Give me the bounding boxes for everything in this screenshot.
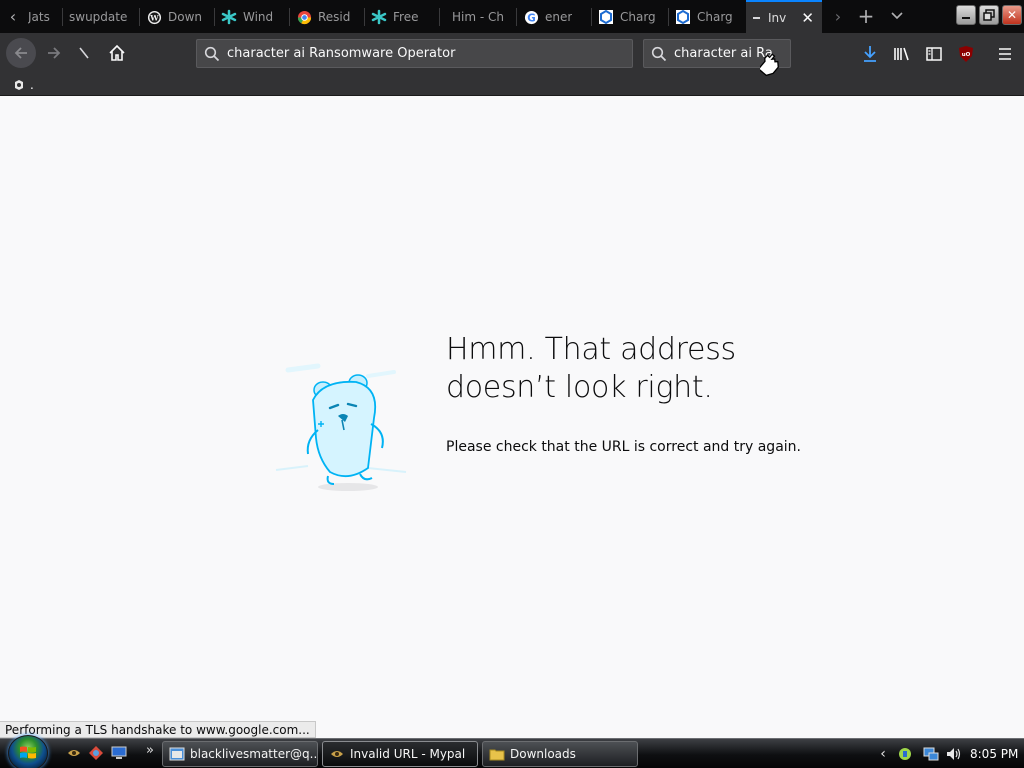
error-title-line-1: Hmm. That address (446, 332, 736, 367)
minimize-window-button[interactable] (956, 5, 976, 25)
tab-3[interactable]: Wind (215, 2, 289, 32)
close-tab-icon[interactable]: ✕ (801, 9, 816, 27)
svg-text:W: W (149, 13, 159, 22)
list-all-tabs-button[interactable] (885, 4, 909, 28)
bookmark-item[interactable]: . (12, 76, 34, 94)
quick-launch-browser-icon[interactable] (88, 745, 104, 761)
download-arrow-icon (864, 46, 876, 62)
taskbar-button-label: Downloads (510, 747, 576, 761)
taskbar-clock[interactable]: 8:05 PM (970, 747, 1018, 761)
error-title-line-2: doesn’t look right. (446, 370, 713, 405)
taskbar-button-downloads[interactable]: Downloads (482, 741, 638, 767)
dragonfly-icon (221, 9, 237, 25)
forward-button[interactable] (40, 39, 68, 67)
wordpress-icon: W (146, 9, 162, 25)
home-icon (109, 44, 125, 61)
mouse-cursor-icon (760, 53, 779, 77)
quick-launch-mypal-icon[interactable] (66, 745, 82, 761)
restore-window-button[interactable] (979, 5, 999, 25)
error-description: Please check that the URL is correct and… (446, 439, 801, 455)
loading-dash-icon (752, 10, 762, 26)
tab-10-selected[interactable]: Inv ✕ (746, 0, 822, 33)
tab-6[interactable]: Him - Ch (440, 2, 516, 32)
app-window-icon (169, 746, 185, 762)
minimize-icon (962, 17, 970, 19)
mypal-icon (329, 746, 345, 762)
sidebar-icon (926, 47, 942, 61)
ublock-shield-icon: uO (959, 46, 973, 62)
character-ai-icon (675, 9, 691, 25)
search-icon (644, 40, 674, 67)
page-content: Hmm. That address doesn’t look right. Pl… (0, 96, 1024, 721)
search-icon (197, 40, 227, 67)
downloads-button[interactable] (857, 41, 883, 67)
quick-launch-more-button[interactable]: » (142, 742, 158, 758)
tab-2[interactable]: W Down (140, 2, 214, 32)
status-panel: Performing a TLS handshake to www.google… (0, 721, 316, 738)
windows-logo-icon (20, 746, 36, 759)
svg-text:G: G (527, 12, 535, 24)
tab-7[interactable]: G ener (517, 2, 591, 32)
chevron-right-icon: › (834, 6, 842, 26)
sidebar-button[interactable] (921, 41, 947, 67)
folder-icon (489, 746, 505, 762)
arrow-left-icon (14, 47, 27, 59)
svg-text:uO: uO (962, 52, 971, 58)
chrome-icon (296, 9, 312, 25)
stop-loading-button[interactable] (70, 39, 98, 67)
arrow-right-icon (48, 47, 61, 59)
main-menu-button[interactable] (992, 41, 1018, 67)
library-button[interactable] (889, 41, 915, 67)
library-icon (894, 47, 909, 61)
back-button[interactable] (6, 38, 36, 68)
tab-8[interactable]: Charg (592, 2, 668, 32)
connection-tray-icon[interactable] (922, 745, 940, 763)
taskbar-button-mypal[interactable]: Invalid URL - Mypal (322, 741, 478, 767)
quick-launch-desktop-icon[interactable] (111, 745, 127, 761)
plus-icon: + (857, 4, 875, 28)
hamburger-menu-icon (999, 48, 1011, 60)
chevron-left-icon: ‹ (9, 6, 17, 26)
taskbar-button-app[interactable]: blacklivesmatter@q... (162, 741, 318, 767)
tab-9[interactable]: Charg (669, 2, 745, 32)
error-illustration (268, 358, 413, 498)
windows-taskbar: » blacklivesmatter@q... Invalid URL - My… (0, 735, 1024, 768)
tab-5[interactable]: Free (365, 2, 439, 32)
bookmark-favicon-icon (15, 80, 23, 90)
bookmark-label: . (30, 78, 34, 92)
network-tray-icon[interactable] (896, 745, 914, 763)
tab-0[interactable]: Jats (22, 2, 62, 32)
chevron-down-icon (891, 12, 903, 20)
url-bar[interactable] (196, 39, 633, 68)
dragonfly-icon (371, 9, 387, 25)
volume-tray-icon[interactable] (944, 745, 962, 763)
restore-icon (983, 9, 995, 21)
status-text: Performing a TLS handshake to www.google… (5, 722, 310, 737)
taskbar-button-label: Invalid URL - Mypal (350, 747, 466, 761)
show-hidden-icons-button[interactable]: ‹ (874, 745, 892, 763)
close-icon: ✕ (1006, 8, 1018, 22)
start-button[interactable] (8, 735, 48, 768)
bookmarks-toolbar: . (0, 74, 1024, 96)
google-icon: G (523, 9, 539, 25)
scroll-tabs-right-button[interactable]: › (826, 4, 850, 28)
tab-1[interactable]: swupdate (63, 2, 139, 32)
url-input[interactable] (227, 46, 632, 61)
taskbar-button-label: blacklivesmatter@q... (190, 747, 318, 761)
character-ai-icon (598, 9, 614, 25)
ublock-origin-button[interactable]: uO (953, 41, 979, 67)
home-button[interactable] (103, 39, 131, 67)
system-tray: ‹ 8:05 PM (874, 741, 1022, 767)
navigation-toolbar: uO (0, 33, 1024, 74)
new-tab-button[interactable]: + (854, 4, 878, 28)
error-title: Hmm. That address doesn’t look right. (446, 331, 806, 407)
loading-slash-icon (79, 47, 89, 59)
tab-4[interactable]: Resid (290, 2, 364, 32)
close-window-button[interactable]: ✕ (1002, 5, 1022, 25)
tab-strip: ‹ Jats swupdate W Down Wind Resid Free H… (0, 0, 1024, 33)
